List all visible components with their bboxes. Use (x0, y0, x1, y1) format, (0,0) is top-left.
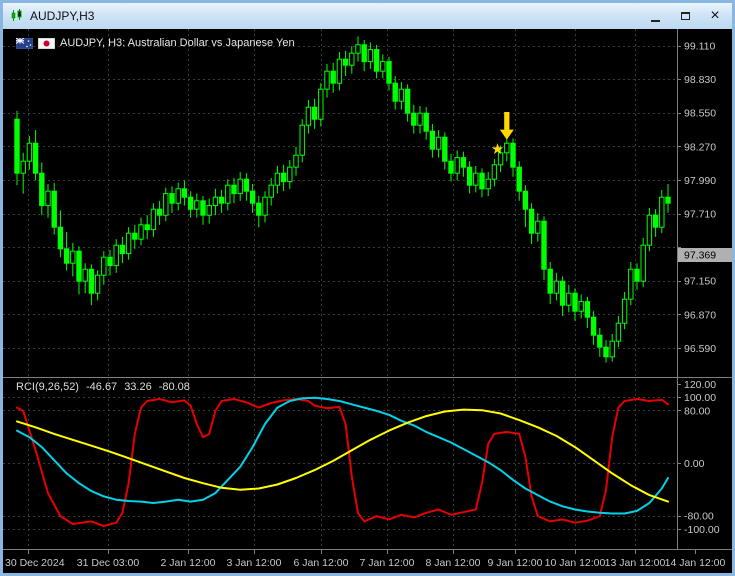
svg-text:8 Jan 12:00: 8 Jan 12:00 (426, 557, 481, 569)
mt-window: AUDJPY,H3 × ★ 99.110 98.830 98.550 98.270 97.… (0, 0, 735, 576)
svg-text:98.270: 98.270 (684, 141, 716, 153)
svg-text:100.00: 100.00 (684, 392, 716, 404)
chart-area[interactable]: ★ 99.110 98.830 98.550 98.270 97.990 97.710 97.… (3, 29, 732, 573)
svg-text:13 Jan 12:00: 13 Jan 12:00 (605, 557, 666, 569)
svg-text:96.590: 96.590 (684, 343, 716, 355)
app-icon (9, 8, 25, 24)
svg-text:2 Jan 12:00: 2 Jan 12:00 (161, 557, 216, 569)
svg-text:97.710: 97.710 (684, 209, 716, 221)
chart-canvas[interactable]: ★ 99.110 98.830 98.550 98.270 97.990 97.710 97.… (3, 29, 732, 573)
svg-text:-80.00: -80.00 (684, 511, 714, 523)
svg-text:99.110: 99.110 (684, 41, 715, 53)
svg-text:3 Jan 12:00: 3 Jan 12:00 (227, 557, 282, 569)
svg-text:120.00: 120.00 (684, 379, 716, 391)
svg-text:10 Jan 12:00: 10 Jan 12:00 (545, 557, 606, 569)
svg-text:6 Jan 12:00: 6 Jan 12:00 (294, 557, 349, 569)
star-object[interactable]: ★ (491, 141, 504, 158)
svg-text:9 Jan 12:00: 9 Jan 12:00 (488, 557, 543, 569)
svg-text:98.550: 98.550 (684, 108, 716, 120)
window-controls: × (640, 5, 730, 27)
svg-text:30 Dec 2024: 30 Dec 2024 (5, 557, 65, 569)
close-button[interactable]: × (700, 5, 730, 27)
window-title: AUDJPY,H3 (30, 9, 95, 23)
svg-text:98.830: 98.830 (684, 74, 716, 86)
svg-text:80.00: 80.00 (684, 405, 710, 417)
svg-text:97.990: 97.990 (684, 175, 716, 187)
minimize-button[interactable] (640, 5, 670, 27)
svg-text:0.00: 0.00 (684, 458, 705, 470)
close-icon: × (710, 7, 720, 24)
minimize-icon (650, 19, 660, 22)
svg-text:96.870: 96.870 (684, 309, 716, 321)
maximize-button[interactable] (670, 5, 700, 27)
svg-text:97.150: 97.150 (684, 276, 716, 288)
svg-text:31 Dec 03:00: 31 Dec 03:00 (77, 557, 140, 569)
svg-text:14 Jan 12:00: 14 Jan 12:00 (665, 557, 726, 569)
maximize-icon (680, 12, 690, 20)
svg-text:-100.00: -100.00 (684, 524, 720, 536)
title-bar[interactable]: AUDJPY,H3 × (3, 3, 732, 29)
svg-text:7 Jan 12:00: 7 Jan 12:00 (360, 557, 415, 569)
current-price-label: 97.369 (684, 250, 716, 262)
